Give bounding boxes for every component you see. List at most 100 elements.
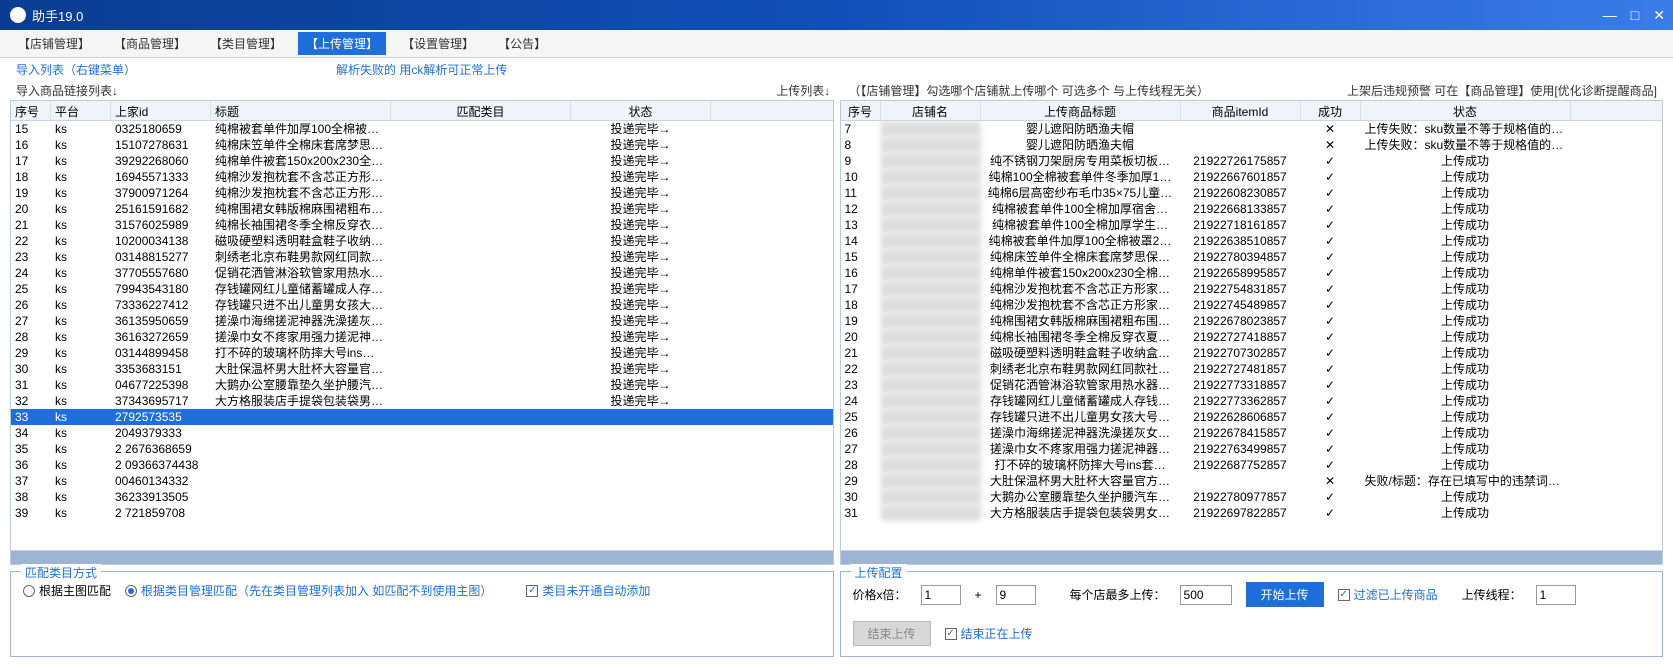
table-row[interactable]: 15ks 0325180659纯棉被套单件加厚100全棉被罩2…投递完毕→ [11,121,833,137]
menu-item-3[interactable]: 【上传管理】 [298,32,386,55]
end-upload-button[interactable]: 结束上传 [853,621,931,646]
table-row[interactable]: 26ks 73336227412存钱罐只进不出儿童男女孩大号…投递完毕→ [11,297,833,313]
table-row[interactable]: 17ks 39292268060纯棉单件被套150x200x230全棉…投递完毕… [11,153,833,169]
maximize-icon[interactable]: □ [1631,7,1639,23]
menu-item-2[interactable]: 【类目管理】 [202,32,290,55]
cell-title: 纯棉长袖围裙冬季全棉反穿衣夏… [981,329,1181,345]
table-row[interactable]: 19████纯棉围裙女韩版棉麻围裙粗布围…21922678023857✓上传成功 [841,313,1663,329]
table-row[interactable]: 28████打不碎的玻璃杯防摔大号ins套…21922687752857✓上传成… [841,457,1663,473]
table-row[interactable]: 14████纯棉被套单件加厚100全棉被罩2…21922638510857✓上传… [841,233,1663,249]
left-table-body[interactable]: 15ks 0325180659纯棉被套单件加厚100全棉被罩2…投递完毕→16k… [11,121,833,550]
menu-item-4[interactable]: 【设置管理】 [394,32,482,55]
cell-title: 纯棉围裙女韩版棉麻围裙粗布围… [981,313,1181,329]
checkbox-auto-add-category[interactable]: 类目未开通自动添加 [526,582,650,599]
table-row[interactable]: 28ks 36163272659搓澡巾女不疼家用强力搓泥神器…投递完毕→ [11,329,833,345]
table-row[interactable]: 8████婴儿遮阳防晒渔夫帽✕上传失败：sku数量不等于规格值的笛卡… [841,137,1663,153]
checkbox-filter-uploaded[interactable]: 过滤已上传商品 [1338,586,1438,603]
table-row[interactable]: 23ks 03148815277刺绣老北京布鞋男款网红同款社…投递完毕→ [11,249,833,265]
right-th-2[interactable]: 上传商品标题 [981,101,1181,120]
menu-item-1[interactable]: 【商品管理】 [106,32,194,55]
table-row[interactable]: 13████纯棉被套单件100全棉加厚学生…21922718161857✓上传成… [841,217,1663,233]
left-th-1[interactable]: 平台 [51,101,111,120]
cell-status: 上传成功 [1361,201,1571,217]
right-th-1[interactable]: 店铺名 [881,101,981,120]
radio-match-by-category[interactable]: 根据类目管理匹配（先在类目管理列表加入 如匹配不到使用主图） [125,582,492,599]
table-row[interactable]: 21████磁吸硬塑料透明鞋盒鞋子收纳盒…21922707302857✓上传成功 [841,345,1663,361]
table-row[interactable]: 18████纯棉沙发抱枕套不含芯正方形家…21922745489857✓上传成功 [841,297,1663,313]
table-row[interactable]: 20████纯棉长袖围裙冬季全棉反穿衣夏…21922727418857✓上传成功 [841,329,1663,345]
table-row[interactable]: 9████纯不锈钢刀架厨房专用菜板切板…21922726175857✓上传成功 [841,153,1663,169]
table-row[interactable]: 12████纯棉被套单件100全棉加厚宿舍…21922668133857✓上传成… [841,201,1663,217]
cell-itemId: 21922773362857 [1181,393,1301,409]
table-row[interactable]: 31ks 04677225398大鹅办公室腰靠垫久坐护腰汽车…投递完毕→ [11,377,833,393]
left-th-2[interactable]: 上家id [111,101,211,120]
max-per-shop-input[interactable] [1180,585,1232,605]
import-list-label[interactable]: 导入列表（右键菜单） [16,61,136,78]
table-row[interactable]: 32ks 37343695717大方格服装店手提袋包装袋男女…投递完毕→ [11,393,833,409]
table-row[interactable]: 35ks2 2676368659 [11,441,833,457]
cell-ok: ✓ [1301,489,1361,505]
right-th-0[interactable]: 序号 [841,101,881,120]
price-add-input[interactable] [996,585,1036,605]
cell-plat: ks [51,297,111,313]
right-scrollbar-horizontal[interactable] [841,550,1663,564]
menu-item-0[interactable]: 【店铺管理】 [10,32,98,55]
table-row[interactable]: 16████纯棉单件被套150x200x230全棉…21922658995857… [841,265,1663,281]
table-row[interactable]: 20ks 25161591682纯棉围裙女韩版棉麻围裙粗布围…投递完毕→ [11,201,833,217]
table-row[interactable]: 22ks 10200034138磁吸硬塑料透明鞋盒鞋子收纳盒…投递完毕→ [11,233,833,249]
upload-thread-input[interactable] [1536,585,1576,605]
import-links-label[interactable]: 导入商品链接列表↓ [16,82,118,99]
table-row[interactable]: 38ks 36233913505 [11,489,833,505]
table-row[interactable]: 15████纯棉床笠单件全棉床套席梦思保…21922780394857✓上传成功 [841,249,1663,265]
table-row[interactable]: 37ks 00460134332 [11,473,833,489]
table-row[interactable]: 39ks2 721859708 [11,505,833,521]
table-row[interactable]: 36ks2 09366374438 [11,457,833,473]
table-row[interactable]: 19ks 37900971264纯棉沙发抱枕套不含芯正方形家…投递完毕→ [11,185,833,201]
minimize-icon[interactable]: — [1603,7,1617,23]
right-th-4[interactable]: 成功 [1301,101,1361,120]
table-row[interactable]: 7████婴儿遮阳防晒渔夫帽✕上传失败：sku数量不等于规格值的笛卡… [841,121,1663,137]
table-row[interactable]: 30ks 3353683151大肚保温杯男大肚杯大容量官方…投递完毕→ [11,361,833,377]
upload-list-label[interactable]: 上传列表↓ [776,82,830,99]
table-row[interactable]: 34ks 2049379333 [11,425,833,441]
left-th-3[interactable]: 标题 [211,101,391,120]
cell-itemId: 21922608230857 [1181,185,1301,201]
table-row[interactable]: 10████纯棉100全棉被套单件冬季加厚1…21922667601857✓上传… [841,169,1663,185]
cell-seq: 11 [841,185,881,201]
table-row[interactable]: 25ks 79943543180存钱罐网红儿童储蓄罐成人存钱…投递完毕→ [11,281,833,297]
table-row[interactable]: 27████搓澡巾女不疼家用强力搓泥神器…21922763499857✓上传成功 [841,441,1663,457]
table-row[interactable]: 11████纯棉6层高密纱布毛巾35×75儿童…21922608230857✓上… [841,185,1663,201]
left-scrollbar-horizontal[interactable] [11,550,833,564]
menu-item-5[interactable]: 【公告】 [490,32,554,55]
table-row[interactable]: 24ks 37705557680促销花洒管淋浴软管家用热水器…投递完毕→ [11,265,833,281]
table-row[interactable]: 21ks 31576025989纯棉长袖围裙冬季全棉反穿衣夏…投递完毕→ [11,217,833,233]
close-icon[interactable]: ✕ [1653,7,1665,24]
table-row[interactable]: 30████大鹅办公室腰靠垫久坐护腰汽车…21922780977857✓上传成功 [841,489,1663,505]
table-row[interactable]: 31████大方格服装店手提袋包装袋男女…21922697822857✓上传成功 [841,505,1663,521]
price-multiplier-input[interactable] [921,585,961,605]
table-row[interactable]: 27ks 36135950659搓澡巾海绵搓泥神器洗澡搓灰女…投递完毕→ [11,313,833,329]
cell-ok: ✓ [1301,361,1361,377]
left-th-0[interactable]: 序号 [11,101,51,120]
table-row[interactable]: 29ks 03144899458打不碎的玻璃杯防摔大号ins套…投递完毕→ [11,345,833,361]
right-th-3[interactable]: 商品itemId [1181,101,1301,120]
right-table-body[interactable]: 7████婴儿遮阳防晒渔夫帽✕上传失败：sku数量不等于规格值的笛卡…8████… [841,121,1663,550]
table-row[interactable]: 26████搓澡巾海绵搓泥神器洗澡搓灰女…21922678415857✓上传成功 [841,425,1663,441]
table-row[interactable]: 29████大肚保温杯男大肚杯大容量官方…✕失败/标题：存在已填写中的违禁词：官… [841,473,1663,489]
left-th-4[interactable]: 匹配类目 [391,101,571,120]
left-th-5[interactable]: 状态 [571,101,711,120]
radio-match-by-image[interactable]: 根据主图匹配 [23,582,111,599]
table-row[interactable]: 22████刺绣老北京布鞋男款网红同款社…21922727481857✓上传成功 [841,361,1663,377]
table-row[interactable]: 33ks 2792573535 [11,409,833,425]
checkbox-end-current[interactable]: 结束正在上传 [945,625,1033,642]
table-row[interactable]: 24████存钱罐网红儿童储蓄罐成人存钱…21922773362857✓上传成功 [841,393,1663,409]
cell-plat: ks [51,329,111,345]
table-row[interactable]: 17████纯棉沙发抱枕套不含芯正方形家…21922754831857✓上传成功 [841,281,1663,297]
table-row[interactable]: 16ks 15107278631纯棉床笠单件全棉床套席梦思保…投递完毕→ [11,137,833,153]
cell-status: 投递完毕→ [571,361,711,377]
right-th-5[interactable]: 状态 [1361,101,1571,120]
table-row[interactable]: 18ks 16945571333纯棉沙发抱枕套不含芯正方形家…投递完毕→ [11,169,833,185]
start-upload-button[interactable]: 开始上传 [1246,582,1324,607]
table-row[interactable]: 25████存钱罐只进不出儿童男女孩大号…21922628606857✓上传成功 [841,409,1663,425]
table-row[interactable]: 23████促销花洒管淋浴软管家用热水器…21922773318857✓上传成功 [841,377,1663,393]
